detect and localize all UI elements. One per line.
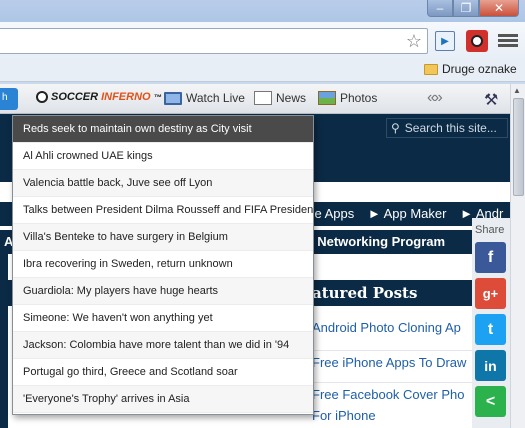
photos-button[interactable]: Photos xyxy=(318,91,377,105)
google-plus-share-button[interactable]: g+ xyxy=(475,278,506,309)
watch-live-label: Watch Live xyxy=(186,91,245,105)
other-bookmarks-button[interactable]: Druge oznake xyxy=(424,62,517,76)
news-item[interactable]: Talks between President Dilma Rousseff a… xyxy=(13,197,313,224)
browser-menu-icon[interactable] xyxy=(498,32,518,50)
nav2-items[interactable]: l Networking Program xyxy=(310,234,445,249)
news-label: News xyxy=(276,91,307,105)
news-item[interactable]: Ibra recovering in Sweden, return unknow… xyxy=(13,251,313,278)
omnibox-input[interactable]: ☆ xyxy=(0,28,428,54)
twitter-icon: t xyxy=(487,320,494,338)
photo-icon xyxy=(318,91,336,105)
photos-label: Photos xyxy=(340,91,378,105)
address-bar-row: ☆ ▶ xyxy=(0,22,525,60)
logo-text-soccer: SOCCER xyxy=(51,91,99,103)
linkedin-icon: in xyxy=(484,357,497,374)
close-icon[interactable]: ✕ xyxy=(479,0,519,17)
soccerinferno-logo[interactable]: SOCCER INFERNO ™ xyxy=(36,91,162,103)
google-plus-icon: g+ xyxy=(482,286,499,301)
share-sidebar: Share f g+ t in < xyxy=(472,218,510,428)
news-item[interactable]: Jackson: Colombia have more talent than … xyxy=(13,332,313,359)
news-item[interactable]: Al Ahli crowned UAE kings xyxy=(13,143,313,170)
featured-post-link[interactable]: Free Facebook Cover Pho xyxy=(312,382,472,402)
nav-item-app-maker[interactable]: ► App Maker xyxy=(368,206,447,221)
soccer-ball-icon xyxy=(36,91,48,103)
toolbar-scroll-arrows[interactable]: «» xyxy=(427,89,443,107)
site-search-input[interactable]: ⚲ Search this site... xyxy=(386,118,508,138)
scroll-up-icon[interactable]: ▲ xyxy=(513,86,521,95)
facebook-share-button[interactable]: f xyxy=(475,242,506,273)
featured-posts-title: atured Posts xyxy=(312,284,418,302)
window-titlebar: – ❐ ✕ xyxy=(0,0,525,22)
wrench-icon[interactable]: ⚒ xyxy=(484,90,498,110)
toolbar-search-button[interactable]: h xyxy=(0,88,18,110)
news-item[interactable]: Simeone: We haven't won anything yet xyxy=(13,305,313,332)
news-item[interactable]: 'Everyone's Trophy' arrives in Asia xyxy=(13,386,313,413)
share-label: Share xyxy=(475,224,505,236)
news-item[interactable]: Portugal go third, Greece and Scotland s… xyxy=(13,359,313,386)
news-item[interactable]: Guardiola: My players have huge hearts xyxy=(13,278,313,305)
site-search-placeholder: Search this site... xyxy=(404,121,497,135)
news-item[interactable]: Valencia battle back, Juve see off Lyon xyxy=(13,170,313,197)
share-icon: < xyxy=(485,392,496,410)
logo-trademark: ™ xyxy=(153,92,162,102)
news-item[interactable]: Villa's Benteke to have surgery in Belgi… xyxy=(13,224,313,251)
featured-post-link[interactable]: For iPhone xyxy=(312,408,376,423)
generic-share-button[interactable]: < xyxy=(475,386,506,417)
newspaper-icon xyxy=(254,91,272,105)
minimize-icon[interactable]: – xyxy=(427,0,453,17)
news-dropdown: Reds seek to maintain own destiny as Cit… xyxy=(12,115,314,415)
search-icon: ⚲ xyxy=(391,121,400,135)
soccer-toolbar: h SOCCER INFERNO ™ Watch Live News Photos … xyxy=(0,84,510,114)
featured-post-link[interactable]: Free iPhone Apps To Draw xyxy=(312,350,472,370)
bookmark-star-icon[interactable]: ☆ xyxy=(406,32,422,50)
scrollbar-thumb[interactable] xyxy=(513,98,524,196)
twitter-share-button[interactable]: t xyxy=(475,314,506,345)
vertical-scrollbar[interactable]: ▲ xyxy=(510,84,525,428)
other-bookmarks-label: Druge oznake xyxy=(442,62,517,76)
window-controls: – ❐ ✕ xyxy=(427,0,519,17)
news-item[interactable]: Reds seek to maintain own destiny as Cit… xyxy=(13,116,313,143)
linkedin-share-button[interactable]: in xyxy=(475,350,506,381)
folder-icon xyxy=(424,63,438,75)
featured-post-link[interactable]: Android Photo Cloning Ap xyxy=(312,320,461,335)
facebook-icon: f xyxy=(487,248,494,266)
logo-text-inferno: INFERNO xyxy=(101,91,151,103)
watch-live-button[interactable]: Watch Live xyxy=(164,91,245,105)
extension-soccer-icon[interactable] xyxy=(466,30,488,52)
news-button[interactable]: News xyxy=(254,91,306,105)
bookmarks-bar: Druge oznake xyxy=(0,60,525,82)
monitor-icon xyxy=(164,91,182,105)
restore-icon[interactable]: ❐ xyxy=(453,0,479,17)
extension-cast-icon[interactable]: ▶ xyxy=(435,31,455,51)
